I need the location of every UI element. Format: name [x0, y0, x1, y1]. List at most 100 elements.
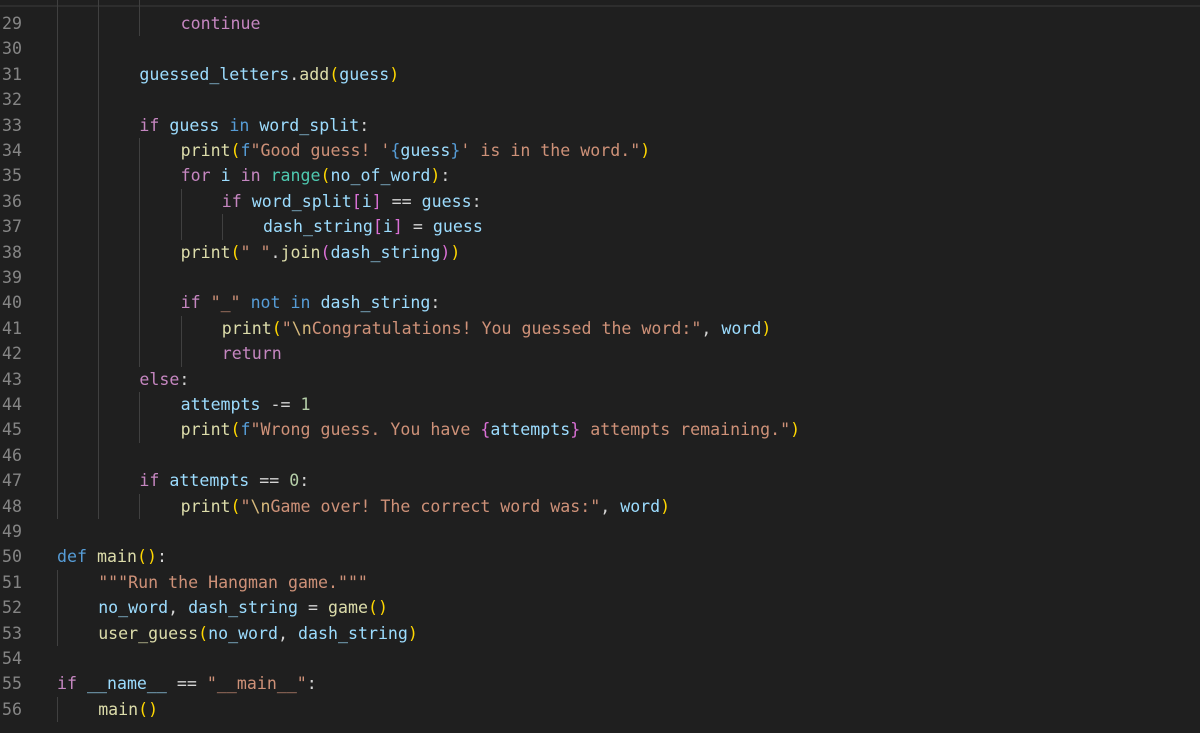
code-line[interactable]: 34 print(f"Good guess! '{guess}' is in th… — [0, 138, 1200, 163]
code-token: f — [240, 141, 251, 160]
code-editor[interactable]: 29 continue 30 31 guessed_letters.add(guess)… — [0, 0, 1200, 733]
code-token: { — [480, 420, 491, 440]
code-token: ) — [790, 420, 801, 440]
code-token: print — [221, 318, 272, 338]
code-token: : — [156, 547, 167, 567]
code-token: ' is in the word." — [460, 141, 641, 160]
code-token: """Run the Hangman game.""" — [98, 572, 368, 592]
code-line[interactable]: 45 print(f"Wrong guess. You have {attempt… — [0, 417, 1200, 442]
code-token: no_word — [208, 623, 279, 643]
code-line[interactable]: 50 def main(): — [0, 544, 1200, 569]
code-text: main() — [98, 697, 158, 722]
code-text: dash_string[i] = guess — [263, 214, 483, 239]
code-token: guess — [400, 141, 451, 160]
code-token: no_word — [98, 598, 169, 618]
code-token: " " — [240, 242, 271, 262]
line-number: 38 — [2, 242, 22, 262]
code-token: in — [240, 166, 261, 186]
code-line[interactable]: 31 guessed_letters.add(guess) — [0, 62, 1200, 87]
code-text: guessed_letters.add(guess) — [139, 62, 399, 87]
line-number: 48 — [2, 496, 22, 516]
code-line[interactable]: 56 main() — [0, 697, 1200, 722]
code-token: "Good guess! ' — [250, 141, 391, 160]
code-line[interactable]: 49 — [0, 519, 1200, 544]
code-text: no_word, dash_string = game() — [98, 595, 388, 620]
code-token: __name__ — [86, 674, 167, 694]
code-token: def — [57, 547, 87, 567]
code-line[interactable]: 47 if attempts == 0: — [0, 468, 1200, 493]
code-line[interactable]: 33 if guess in word_split: — [0, 113, 1200, 138]
code-line[interactable]: 43 else: — [0, 367, 1200, 392]
code-line[interactable]: 29 continue — [0, 11, 1200, 36]
code-token: { — [390, 141, 401, 160]
code-token: print — [180, 141, 231, 160]
code-token: if — [221, 191, 242, 211]
code-token: = — [298, 598, 328, 618]
code-line[interactable]: 46 — [0, 443, 1200, 468]
line-number: 52 — [2, 598, 22, 618]
code-line[interactable]: 44 attempts -= 1 — [0, 392, 1200, 417]
code-line[interactable]: 40 if "_" not in dash_string: — [0, 290, 1200, 315]
code-line[interactable]: 38 print(" ".join(dash_string)) — [0, 240, 1200, 265]
code-token: } — [570, 420, 581, 440]
line-number: 53 — [2, 623, 22, 643]
code-text: if attempts == 0: — [139, 468, 309, 493]
code-line[interactable]: 39 — [0, 265, 1200, 290]
code-line[interactable]: 51 """Run the Hangman game.""" — [0, 570, 1200, 595]
code-token: attempts — [180, 395, 261, 414]
code-token: guess — [169, 115, 220, 135]
code-line[interactable]: 32 — [0, 87, 1200, 112]
code-line[interactable]: 55 if __name__ == "__main__": — [0, 671, 1200, 696]
code-token: \n — [250, 496, 271, 516]
code-token: . — [270, 242, 281, 262]
code-token: "__main__" — [206, 674, 307, 694]
code-token: ) — [450, 242, 461, 262]
code-token: Congratulations! You guessed the word:" — [311, 318, 702, 338]
code-token: : — [359, 115, 370, 135]
code-token: : — [440, 166, 451, 186]
code-token: = — [402, 217, 433, 237]
code-token: ( — [271, 318, 282, 338]
code-token: 0 — [289, 471, 300, 491]
code-line[interactable]: 54 — [0, 646, 1200, 671]
code-token: ( — [320, 242, 331, 262]
code-token: Game over! The correct word was:" — [270, 496, 601, 516]
code-text: if word_split[i] == guess: — [222, 189, 482, 214]
code-text: print(f"Good guess! '{guess}' is in the … — [181, 138, 651, 163]
code-token: attempts remaining." — [580, 420, 791, 440]
code-text: print(f"Wrong guess. You have {attempts}… — [181, 417, 800, 442]
indent-guide — [180, 188, 182, 240]
indent-guide — [139, 392, 141, 443]
line-number: 30 — [2, 39, 22, 59]
code-token: join — [280, 242, 321, 262]
code-text: user_guess(no_word, dash_string) — [98, 621, 418, 646]
code-text: print(" ".join(dash_string)) — [181, 240, 461, 265]
line-number: 54 — [2, 649, 22, 668]
code-token: ) — [430, 166, 441, 186]
line-number: 32 — [2, 90, 22, 110]
code-token: if — [139, 115, 160, 135]
code-token: () — [138, 699, 159, 719]
line-number: 47 — [2, 471, 22, 491]
line-number: 43 — [2, 369, 22, 389]
code-line[interactable]: 35 for i in range(no_of_word): — [0, 163, 1200, 188]
line-number: 39 — [2, 268, 22, 287]
code-token: -= — [260, 395, 301, 414]
code-token: : — [306, 674, 317, 694]
code-token: guess — [432, 217, 483, 237]
code-line[interactable]: 48 print("\nGame over! The correct word w… — [0, 494, 1200, 519]
code-token: i — [382, 217, 393, 237]
code-line[interactable]: 52 no_word, dash_string = game() — [0, 595, 1200, 620]
code-token: in — [229, 115, 250, 135]
code-token: ) — [389, 64, 400, 84]
code-token: " — [281, 318, 292, 338]
code-token: == — [249, 471, 290, 491]
code-token: , — [701, 318, 722, 338]
code-line[interactable]: 53 user_guess(no_word, dash_string) — [0, 621, 1200, 646]
code-line[interactable]: 30 — [0, 36, 1200, 61]
code-token: } — [450, 141, 461, 160]
code-text: print("\nGame over! The correct word was… — [181, 494, 671, 519]
